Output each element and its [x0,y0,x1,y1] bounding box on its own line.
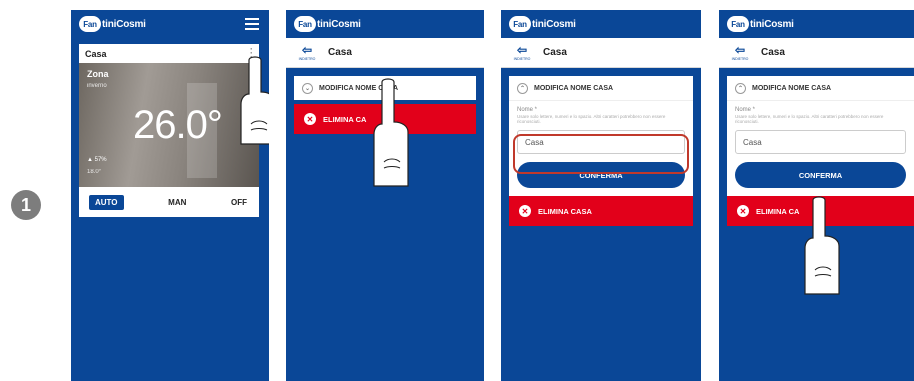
screen-confirm-name: Fan tiniCosmi ⇦ INDIETRO Casa ⌃ MODIFICA… [719,10,914,381]
back-button[interactable]: ⇦ INDIETRO [727,44,753,61]
brand-logo-mark: Fan [509,16,531,32]
back-caption: INDIETRO [513,57,531,61]
house-header: ⇦ INDIETRO Casa [286,38,484,68]
brand-logo-text: tiniCosmi [750,18,794,30]
zone-season: inverno [87,83,107,89]
app-header: Fan tiniCosmi [501,10,701,38]
name-field-help: Usare solo lettere, numeri e lo spazio. … [517,114,666,124]
mode-selector: AUTO MAN OFF [79,187,259,217]
hand-pointer-icon [239,56,269,146]
brand-logo-text: tiniCosmi [532,18,576,30]
confirm-button[interactable]: CONFERMA [735,162,906,188]
step-number-badge: 1 [11,190,41,220]
brand-logo-mark: Fan [294,16,316,32]
name-field-help: Usare solo lettere, numeri e lo spazio. … [735,114,884,124]
mode-auto-button[interactable]: AUTO [89,194,124,210]
chevron-circle-icon: ⌄ [302,82,313,94]
brand-logo: Fan tiniCosmi [79,16,146,32]
house-title: Casa [761,47,785,58]
house-title: Casa [543,47,567,58]
edit-name-panel: ⌃ MODIFICA NOME CASA Nome * Usare solo l… [727,76,914,196]
delete-house-label: ELIMINA CASA [538,206,592,216]
chevron-circle-icon: ⌃ [517,82,528,94]
app-header: Fan tiniCosmi [719,10,914,38]
x-circle-icon: ✕ [519,205,531,217]
brand-logo-text: tiniCosmi [102,18,146,30]
edit-name-label: MODIFICA NOME CASA [752,84,832,92]
chevron-circle-icon: ⌃ [735,82,746,94]
brand-logo: Fan tiniCosmi [294,16,361,32]
brand-logo-text: tiniCosmi [317,18,361,30]
back-door-icon: ⇦ [734,43,746,57]
back-button[interactable]: ⇦ INDIETRO [294,44,320,61]
hand-pointer-icon [372,78,412,188]
humidity-value: 57% [94,157,107,163]
screen-house-menu: Fan tiniCosmi ⇦ INDIETRO Casa ⌄ MODIFICA… [286,10,484,381]
house-name: Casa [85,48,107,59]
delete-house-label: ELIMINA CA [756,206,800,216]
back-door-icon: ⇦ [301,43,313,57]
edit-name-form: Nome * Usare solo lettere, numeri e lo s… [727,100,914,196]
house-card: Casa ··· Zona inverno 26.0° ▲ 57% 18.0° … [79,44,259,217]
house-header: ⇦ INDIETRO Casa [501,38,701,68]
app-header: Fan tiniCosmi [71,10,269,38]
delete-house-label: ELIMINA CA [323,114,367,124]
input-highlight [513,134,689,174]
name-field-label: Nome * [517,107,538,113]
edit-name-header[interactable]: ⌃ MODIFICA NOME CASA [509,76,693,100]
name-field-label: Nome * [735,107,756,113]
back-caption: INDIETRO [731,57,749,61]
brand-logo-mark: Fan [727,16,749,32]
x-circle-icon: ✕ [304,113,316,125]
mode-man-button[interactable]: MAN [168,198,186,207]
house-title: Casa [328,47,352,58]
zone-name: Zona [87,69,109,79]
app-header: Fan tiniCosmi [286,10,484,38]
x-circle-icon: ✕ [737,205,749,217]
hand-pointer-icon [803,196,843,296]
house-card-header: Casa ··· [79,44,259,63]
brand-logo-mark: Fan [79,16,101,32]
mode-off-button[interactable]: OFF [231,198,247,207]
screen-home: Fan tiniCosmi Casa ··· Zona inverno 26.0… [71,10,269,381]
back-button[interactable]: ⇦ INDIETRO [509,44,535,61]
back-caption: INDIETRO [298,57,316,61]
brand-logo: Fan tiniCosmi [727,16,794,32]
name-input[interactable]: Casa [735,130,906,154]
delete-house-button[interactable]: ✕ ELIMINA CASA [509,196,693,226]
hamburger-icon[interactable] [245,18,259,33]
back-door-icon: ⇦ [516,43,528,57]
screen-edit-name: Fan tiniCosmi ⇦ INDIETRO Casa ⌃ MODIFICA… [501,10,701,381]
zone-tile[interactable]: Zona inverno 26.0° ▲ 57% 18.0° [79,63,259,187]
brand-logo: Fan tiniCosmi [509,16,576,32]
edit-name-header[interactable]: ⌃ MODIFICA NOME CASA [727,76,914,100]
house-header: ⇦ INDIETRO Casa [719,38,914,68]
zone-temperature: 26.0° [133,103,223,147]
zone-setpoint: 18.0° [87,169,102,175]
zone-humidity: ▲ 57% [87,157,107,163]
edit-name-label: MODIFICA NOME CASA [534,84,614,92]
